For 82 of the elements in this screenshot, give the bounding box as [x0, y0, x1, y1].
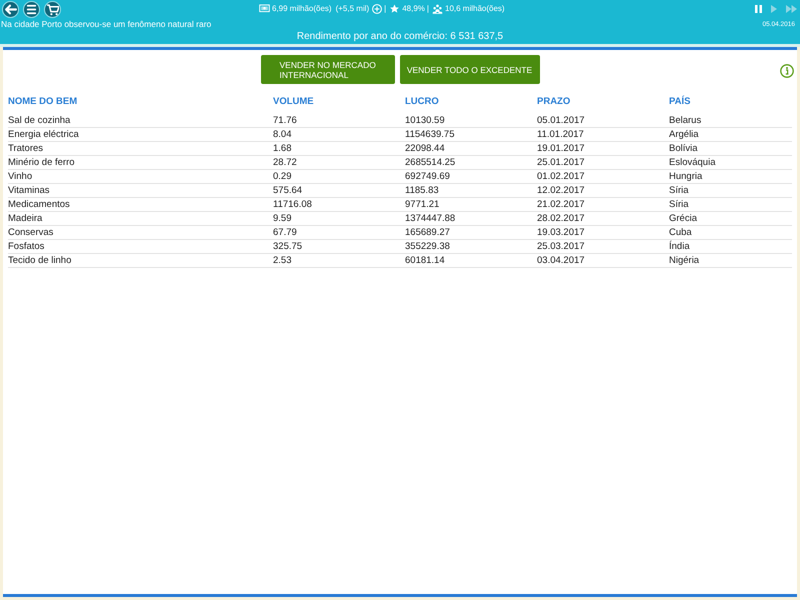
table-cell-text: 1.68 [273, 144, 292, 154]
table-cell-text: Energia eléctrica [8, 130, 80, 140]
table-cell-text: Vinho [8, 172, 34, 182]
table-cell-text: 1374447.88 [405, 214, 456, 224]
column-header: NOME DO BEM [8, 97, 78, 107]
trade-income-text: Rendimento por ano do comércio: 6 531 637,5 [296, 32, 504, 42]
news-text: Na cidade Porto observou-se um fenômeno natural raro [0, 20, 212, 28]
table-cell-text: 165689.27 [405, 228, 451, 238]
table-cell-text: 325.75 [273, 242, 304, 252]
table-cell-text: Nigéria [669, 256, 700, 266]
cart-icon [46, 3, 59, 16]
menu-button[interactable] [23, 1, 40, 18]
table-cell-text: 9.59 [273, 214, 292, 224]
stat-separator: | [426, 5, 429, 13]
table-cell-text: Eslováquia [669, 158, 716, 168]
table-cell-text: Grécia [669, 214, 698, 224]
table-cell-text: 19.03.2017 [537, 228, 586, 238]
table-cell-text: 11.01.2017 [537, 130, 585, 140]
star-icon [389, 4, 400, 14]
back-button[interactable] [2, 1, 19, 18]
column-header: VOLUME [273, 97, 315, 107]
pause-icon[interactable] [755, 5, 762, 13]
table-cell-text: 21.02.2017 [537, 200, 586, 210]
table-cell-text: 2.53 [273, 256, 292, 266]
table-cell-text: Tecido de linho [8, 256, 72, 266]
table-cell-text: 05.01.2017 [537, 116, 586, 126]
table-cell-text: Cuba [669, 228, 693, 238]
table-cell-text: 22098.44 [405, 144, 446, 154]
table-cell-text: 1185.83 [405, 186, 440, 196]
table-cell-text: 60181.14 [405, 256, 446, 266]
table-cell-text: Fosfatos [8, 242, 46, 252]
column-header: PAÍS [669, 97, 692, 107]
table-cell-text: 2685514.25 [405, 158, 456, 168]
table-cell-text: Medicamentos [8, 200, 71, 210]
table-cell-text: Madeira [8, 214, 44, 224]
sell-button[interactable]: VENDER NO MERCADO INTERNACIONAL [260, 55, 394, 84]
table-cell-text: Síria [669, 200, 690, 210]
table-cell-text: 10130.59 [405, 116, 446, 126]
menu-icon [25, 3, 38, 16]
table-cell-text: 575.64 [273, 186, 304, 196]
table-cell-text: 03.04.2017 [537, 256, 586, 266]
table-cell-text: 71.76 [273, 116, 298, 126]
table-cell-text: Hungria [669, 172, 704, 182]
table-cell-text: 8.04 [273, 130, 292, 140]
table-cell-text: Bolívia [669, 144, 699, 154]
stat-change: (+5,5 mil) [336, 5, 370, 13]
stat-separator: | [384, 5, 386, 13]
plus-circle-icon[interactable] [372, 4, 382, 14]
table-cell-text: Vitaminas [8, 186, 51, 196]
table-cell-text: 28.02.2017 [537, 214, 586, 224]
table-cell-text: 67.79 [273, 228, 298, 238]
banknote-icon [259, 4, 270, 14]
stat-value: 10,6 milhão(ões) [445, 5, 505, 13]
table-cell-text: 692749.69 [405, 172, 451, 182]
table-cell-text: Sal de cozinha [8, 116, 72, 126]
table-cell-text: 9771.21 [405, 200, 440, 210]
table-cell-text: Conservas [8, 228, 54, 238]
stat-value: 6,99 milhão(ões) [272, 5, 332, 13]
cart-button[interactable] [44, 1, 61, 18]
table-cell-text: 28.72 [273, 158, 298, 168]
table-cell-text: 11716.08 [273, 200, 313, 210]
table-cell-text: 19.01.2017 [537, 144, 586, 154]
table-cell-text: Argélia [669, 130, 700, 140]
table-cell-text: Belarus [669, 116, 702, 126]
table-cell-text: 01.02.2017 [537, 172, 586, 182]
table-cell-text: 12.02.2017 [537, 186, 586, 196]
table-cell-text: 1154639.75 [405, 130, 456, 140]
column-header: LUCRO [405, 97, 440, 107]
stat-value: 48,9% [402, 5, 425, 13]
table-cell-text: Índia [669, 242, 691, 252]
info-icon[interactable] [780, 64, 794, 78]
people-icon [432, 4, 443, 14]
table-cell-text: 25.03.2017 [537, 242, 586, 252]
table-cell-text: 355229.38 [405, 242, 451, 252]
arrow-left-icon [4, 3, 17, 16]
table-cell-text: 0.29 [273, 172, 292, 182]
column-header: PRAZO [537, 97, 572, 107]
table-cell-text: Minério de ferro [8, 158, 76, 168]
table-cell-text: Síria [669, 186, 690, 196]
table-cell-text: 25.01.2017 [537, 158, 586, 168]
table-cell-text: Tratores [8, 144, 44, 154]
sell-button[interactable]: VENDER TODO O EXCEDENTE [400, 55, 540, 84]
